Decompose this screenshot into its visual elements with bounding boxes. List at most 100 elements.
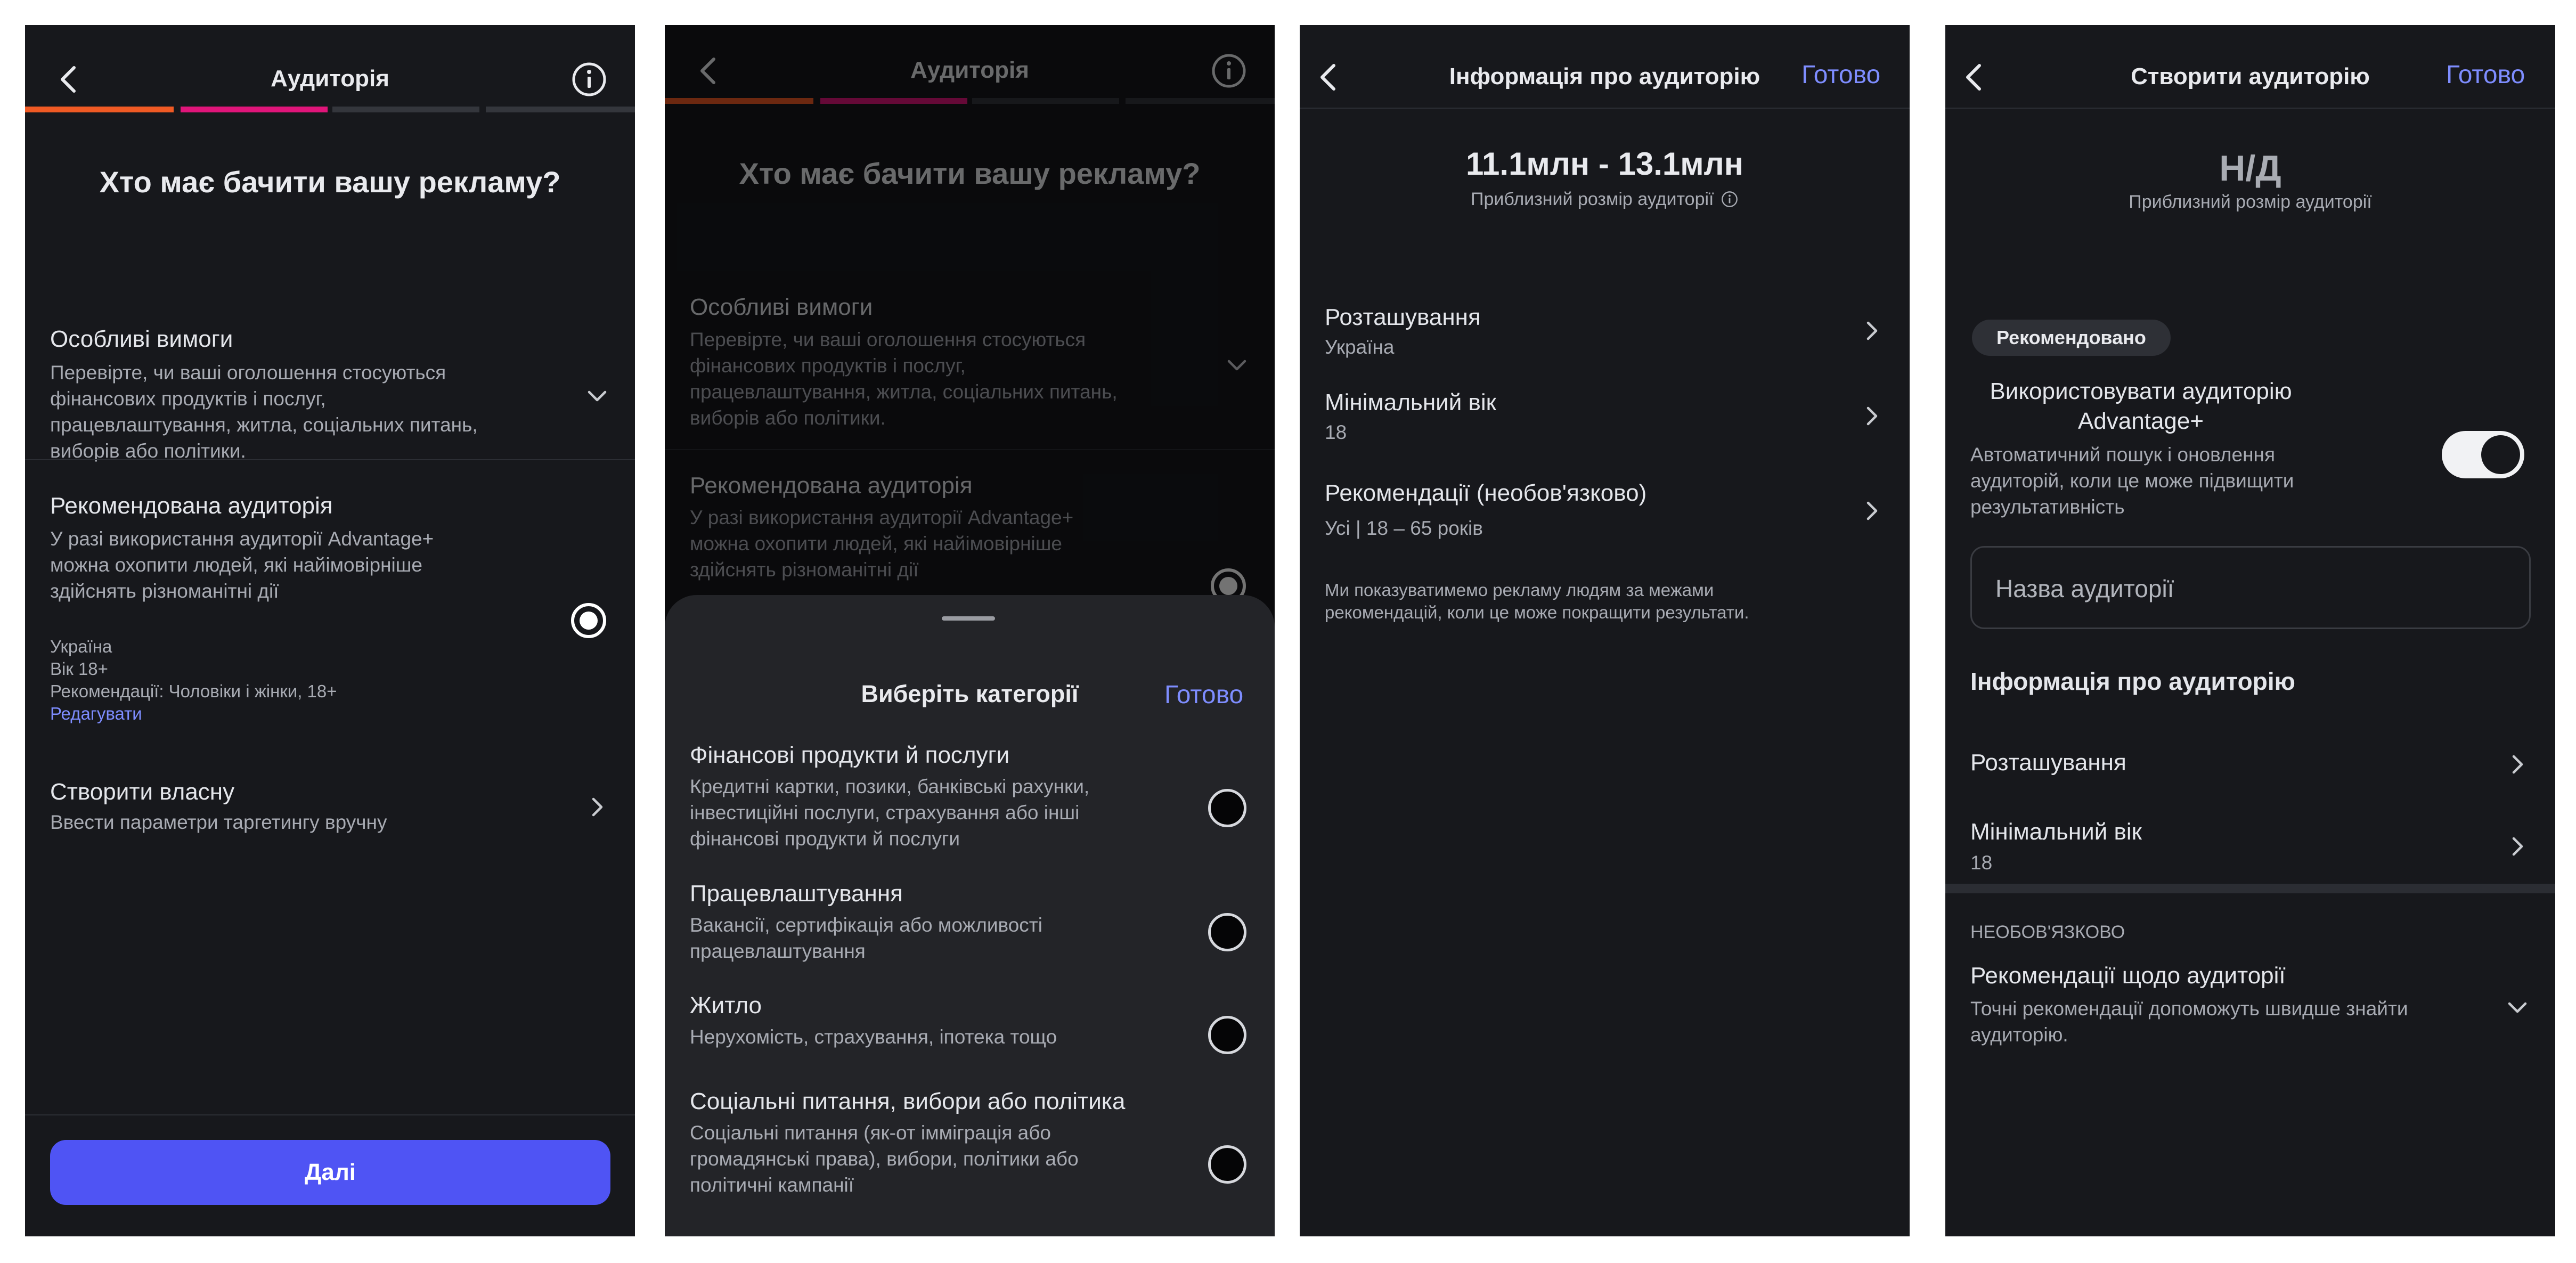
desc-line: Перевірте, чи ваші оголошення стосуються (50, 362, 446, 384)
row-title: Розташування (1325, 304, 1481, 330)
audience-size: 11.1млн - 13.1млн (1465, 146, 1744, 182)
desc-line: працевлаштування, житла, соціальних пита… (50, 414, 478, 436)
category-employment[interactable]: Працевлаштування Вакансії, сертифікація … (665, 861, 1275, 962)
recommendations-note: Ми показуватимемо рекламу людям за межам… (1325, 579, 1749, 624)
desc-line: Вакансії, сертифікація або можливості (690, 914, 1042, 936)
chevron-right-icon (1859, 498, 1885, 524)
row-desc: Точні рекомендації допоможуть швидше зна… (1970, 996, 2408, 1048)
category-title: Працевлаштування (690, 881, 903, 907)
category-financial[interactable]: Фінансові продукти й послуги Кредитні ка… (665, 723, 1275, 851)
row-value: 18 (1325, 421, 1347, 443)
header-divider (1300, 108, 1910, 109)
advantage-title: Використовувати аудиторію Advantage+ (1970, 377, 2311, 436)
title-line: Використовувати аудиторію (1990, 378, 2292, 404)
desc-line: У разі використання аудиторії Advantage+ (50, 528, 434, 550)
chevron-down-icon (2505, 995, 2530, 1020)
location-row[interactable]: Розташування Україна (1300, 297, 1910, 371)
special-requirements-title: Особливі вимоги (50, 326, 233, 352)
advantage-toggle[interactable] (2442, 431, 2524, 478)
category-title: Житло (690, 992, 762, 1018)
row-value: Україна (1325, 336, 1395, 358)
progress-step-2 (181, 107, 328, 112)
row-title: Розташування (1970, 749, 2126, 776)
category-radio[interactable] (1208, 789, 1246, 827)
info-icon[interactable] (1721, 190, 1739, 208)
desc-line: працевлаштування (690, 940, 866, 962)
desc-line: аудиторій, коли це може підвищити (1970, 470, 2294, 492)
desc-line: інвестиційні послуги, страхування або ін… (690, 802, 1080, 824)
desc-line: громадянські права), вибори, політики аб… (690, 1148, 1079, 1170)
row-title: Рекомендації (необов'язково) (1325, 480, 1647, 506)
divider (25, 459, 635, 460)
category-title: Фінансові продукти й послуги (690, 742, 1010, 768)
row-value: Усі | 18 – 65 років (1325, 517, 1483, 539)
create-custom-subtitle: Ввести параметри таргетингу вручну (50, 811, 387, 833)
special-requirements-row[interactable]: Особливі вимоги Перевірте, чи ваші оголо… (25, 313, 635, 481)
create-custom-title: Створити власну (50, 779, 235, 805)
category-desc: Вакансії, сертифікація або можливості пр… (690, 912, 1042, 964)
section-separator (1945, 884, 2555, 893)
category-housing[interactable]: Житло Нерухомість, страхування, іпотека … (665, 973, 1275, 1054)
recommendations-row[interactable]: Рекомендації (необов'язково) Усі | 18 – … (1300, 472, 1910, 552)
category-radio[interactable] (1208, 1145, 1246, 1184)
category-radio[interactable] (1208, 913, 1246, 951)
recommended-audience-title: Рекомендована аудиторія (50, 493, 333, 519)
category-desc: Нерухомість, страхування, іпотека тощо (690, 1026, 1057, 1048)
audience-recommendations-row[interactable]: Рекомендації щодо аудиторії Точні рекоме… (1945, 957, 2555, 1064)
recommended-audience-desc: У разі використання аудиторії Advantage+… (50, 526, 434, 604)
chevron-right-icon (2505, 834, 2530, 859)
audience-name-input[interactable]: Назва аудиторії (1970, 546, 2531, 629)
location-row[interactable]: Розташування (1945, 739, 2555, 797)
page-title: Аудиторія (271, 66, 389, 92)
done-button[interactable]: Готово (2446, 60, 2525, 89)
done-button[interactable]: Готово (1801, 60, 1880, 89)
audience-size-label-wrap: Приблизний розмір аудиторії (1300, 189, 1910, 210)
recommended-audience-option[interactable]: Рекомендована аудиторія У разі використа… (25, 483, 635, 739)
detail-line: Рекомендації: Чоловіки і жінки, 18+ (50, 681, 337, 701)
chevron-right-icon (2505, 752, 2530, 777)
progress-step-4 (486, 107, 635, 112)
min-age-row[interactable]: Мінімальний вік 18 (1945, 808, 2555, 883)
row-title: Мінімальний вік (1325, 389, 1496, 415)
desc-line: аудиторію. (1970, 1024, 2068, 1046)
desc-line: здійснять різноманітні дії (50, 580, 279, 602)
sheet-drag-handle[interactable] (942, 616, 995, 621)
audience-size: Н/Д (2219, 148, 2281, 189)
category-social-issues[interactable]: Соціальні питання, вибори або політика С… (665, 1069, 1275, 1218)
note-line: рекомендацій, коли це може покращити рез… (1325, 602, 1749, 622)
row-value: 18 (1970, 852, 1993, 874)
desc-line: фінансових продуктів і послуг, (50, 388, 326, 410)
desc-line: результативність (1970, 496, 2125, 518)
categories-sheet: Виберіть категорії Готово Фінансові прод… (665, 595, 1275, 1236)
desc-line: Кредитні картки, позики, банківські раху… (690, 776, 1090, 797)
edit-link[interactable]: Редагувати (50, 703, 142, 725)
category-title: Соціальні питання, вибори або політика (690, 1088, 1126, 1114)
next-button[interactable]: Далі (50, 1140, 610, 1205)
info-icon[interactable] (570, 60, 608, 99)
note-line: Ми показуватимемо рекламу людям за межам… (1325, 580, 1714, 600)
special-requirements-desc: Перевірте, чи ваші оголошення стосуються… (50, 360, 478, 464)
category-desc: Соціальні питання (як-от імміграція або … (690, 1120, 1079, 1198)
audience-name-placeholder: Назва аудиторії (1995, 575, 2174, 602)
radio-selected[interactable] (571, 603, 606, 638)
progress-step-3 (332, 107, 479, 112)
audience-size-label: Приблизний розмір аудиторії (2129, 192, 2372, 212)
min-age-row[interactable]: Мінімальний вік 18 (1300, 382, 1910, 457)
advantage-desc: Автоматичний пошук і оновлення аудиторій… (1970, 442, 2294, 520)
create-custom-row[interactable]: Створити власну Ввести параметри таргети… (25, 749, 635, 835)
desc-line: фінансові продукти й послуги (690, 828, 960, 850)
category-desc: Кредитні картки, позики, банківські раху… (690, 773, 1089, 852)
recommended-badge: Рекомендовано (1972, 320, 2171, 356)
category-radio[interactable] (1208, 1016, 1246, 1054)
title-line: Advantage+ (2077, 408, 2204, 434)
screen-categories-sheet: Аудиторія Хто має бачити вашу рекламу? О… (665, 25, 1275, 1236)
question-heading: Хто має бачити вашу рекламу? (99, 165, 561, 199)
chevron-right-icon (1859, 403, 1885, 429)
desc-line: Точні рекомендації допоможуть швидше зна… (1970, 998, 2408, 1020)
screen-create-audience: Створити аудиторію Готово Н/Д Приблизний… (1945, 25, 2555, 1236)
chevron-down-icon (584, 383, 610, 409)
done-button[interactable]: Готово (1164, 680, 1243, 710)
optional-label: НЕОБОВ'ЯЗКОВО (1970, 922, 2125, 942)
detail-line: Україна (50, 637, 112, 656)
progress-step-1 (25, 107, 174, 112)
